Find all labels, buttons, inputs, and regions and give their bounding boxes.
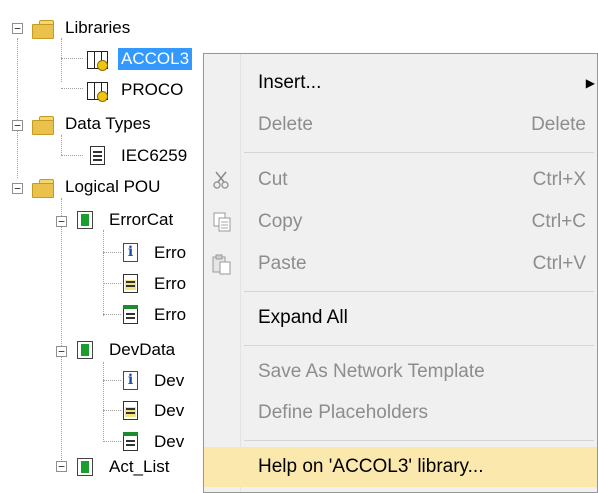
- menu-item-define-placeholders[interactable]: Define Placeholders: [204, 393, 597, 433]
- code-worksheet-icon: [119, 431, 143, 453]
- tree-item-label: Act_List: [109, 457, 170, 476]
- tree-item-accol3[interactable]: ACCOL3: [86, 46, 193, 72]
- tree-item-label: ACCOL3: [118, 48, 193, 70]
- tree-item-label: Libraries: [65, 18, 131, 37]
- menu-item-help-library[interactable]: Help on 'ACCOL3' library...: [204, 447, 597, 487]
- info-icon: i: [119, 370, 143, 392]
- menu-item-label: Delete: [258, 114, 313, 135]
- menu-item-paste[interactable]: Paste Ctrl+V: [204, 244, 597, 284]
- collapse-toggle[interactable]: −: [56, 346, 67, 357]
- menu-item-label: Cut: [258, 169, 288, 190]
- menu-shortcut: Ctrl+V: [532, 253, 586, 274]
- paste-icon: [212, 254, 231, 275]
- menu-separator: [244, 440, 594, 441]
- tree-item-libraries[interactable]: Libraries: [30, 15, 133, 41]
- tree-item-actlist[interactable]: Act_List: [74, 454, 172, 480]
- menu-item-label: Copy: [258, 211, 303, 232]
- folder-icon: [30, 176, 54, 198]
- tree-item-dev-vars[interactable]: Dev: [119, 398, 187, 424]
- menu-shortcut: Ctrl+X: [532, 169, 586, 190]
- tree-item-dev-desc[interactable]: i Dev: [119, 368, 187, 394]
- tree-item-label: Dev: [154, 371, 185, 390]
- collapse-toggle[interactable]: −: [56, 216, 67, 227]
- scissors-icon: [213, 171, 229, 189]
- tree-item-error-vars[interactable]: Erro: [119, 271, 189, 297]
- tree-item-label: Data Types: [65, 114, 151, 133]
- collapse-toggle[interactable]: −: [12, 183, 23, 194]
- tree-item-label: ErrorCat: [109, 210, 174, 229]
- tree-line: [61, 198, 62, 470]
- menu-shortcut: Delete: [531, 114, 586, 135]
- menu-item-expand-all[interactable]: Expand All: [204, 298, 597, 338]
- variables-icon: [119, 273, 143, 295]
- menu-item-label: Paste: [258, 253, 307, 274]
- tree-item-label: Erro: [154, 243, 187, 262]
- collapse-toggle[interactable]: −: [12, 23, 23, 34]
- folder-icon: [30, 17, 54, 39]
- tree-item-logical-pou[interactable]: Logical POU: [30, 174, 163, 200]
- code-worksheet-icon: [119, 304, 143, 326]
- tree-item-proco[interactable]: PROCO: [86, 77, 186, 103]
- tree-line: [17, 38, 18, 178]
- pou-icon: [74, 209, 98, 231]
- menu-item-label: Define Placeholders: [258, 402, 429, 423]
- tree-item-errorcat[interactable]: ErrorCat: [74, 207, 176, 233]
- library-icon: [86, 48, 110, 71]
- menu-separator: [244, 152, 594, 153]
- tree-item-label: Logical POU: [65, 177, 161, 196]
- menu-item-cut[interactable]: Cut Ctrl+X: [204, 160, 597, 200]
- tree-line: [61, 38, 62, 82]
- collapse-toggle[interactable]: −: [12, 120, 23, 131]
- datatype-icon: [86, 145, 110, 167]
- pou-icon: [74, 456, 98, 478]
- tree-line: [61, 135, 62, 155]
- variables-icon: [119, 400, 143, 422]
- tree-item-label: PROCO: [121, 80, 184, 99]
- menu-item-label: Save As Network Template: [258, 361, 485, 382]
- tree-item-error-code[interactable]: Erro: [119, 302, 189, 328]
- tree-item-devdata[interactable]: DevData: [74, 337, 178, 363]
- tree-item-iec[interactable]: IEC6259: [86, 143, 190, 169]
- tree-item-dev-code[interactable]: Dev: [119, 429, 187, 455]
- tree-line: [61, 88, 83, 89]
- tree-item-label: IEC6259: [121, 146, 188, 165]
- tree-line: [61, 155, 83, 156]
- menu-item-label: Expand All: [258, 307, 348, 328]
- collapse-toggle[interactable]: −: [56, 461, 67, 472]
- menu-separator: [244, 345, 594, 346]
- library-icon: [86, 79, 110, 102]
- tree-item-label: DevData: [109, 340, 176, 359]
- menu-item-insert[interactable]: Insert... ▶: [204, 63, 597, 103]
- menu-separator: [244, 291, 594, 292]
- folder-icon: [30, 113, 54, 135]
- menu-item-save-network-template[interactable]: Save As Network Template: [204, 352, 597, 392]
- tree-item-label: Erro: [154, 274, 187, 293]
- menu-shortcut: Ctrl+C: [531, 211, 586, 232]
- tree-item-label: Dev: [154, 401, 185, 420]
- pou-icon: [74, 339, 98, 361]
- info-icon: i: [119, 242, 143, 264]
- context-menu: Insert... ▶ Delete Delete Cut Ctrl+X Cop…: [203, 53, 598, 493]
- menu-item-delete[interactable]: Delete Delete: [204, 105, 597, 145]
- menu-item-label: Insert...: [258, 72, 322, 93]
- menu-item-copy[interactable]: Copy Ctrl+C: [204, 202, 597, 242]
- tree-item-label: Erro: [154, 305, 187, 324]
- submenu-arrow-icon: ▶: [585, 76, 595, 90]
- tree-line: [103, 230, 104, 316]
- tree-item-label: Dev: [154, 432, 185, 451]
- tree-line: [103, 362, 104, 442]
- tree-line: [61, 58, 83, 59]
- tree-item-error-desc[interactable]: i Erro: [119, 240, 189, 266]
- copy-icon: [213, 212, 231, 232]
- tree-item-data-types[interactable]: Data Types: [30, 111, 154, 137]
- menu-item-label: Help on 'ACCOL3' library...: [258, 456, 484, 477]
